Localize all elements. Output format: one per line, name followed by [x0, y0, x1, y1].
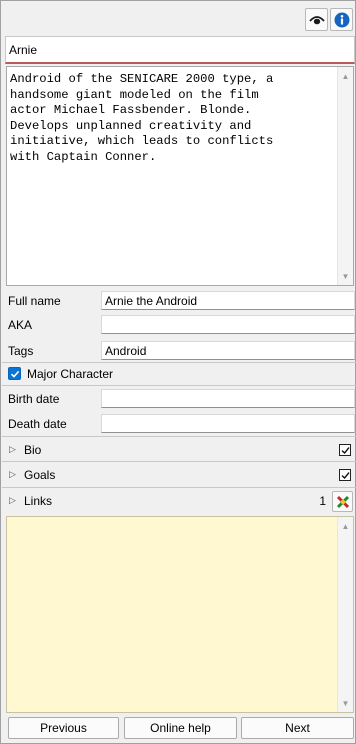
checkmark-icon [341, 471, 350, 479]
death-date-field[interactable] [101, 414, 355, 433]
links-section-label: Links [24, 494, 53, 508]
death-date-row: Death date [2, 412, 356, 436]
death-date-label: Death date [8, 417, 67, 431]
scroll-down-icon[interactable]: ▼ [338, 269, 353, 283]
view-button[interactable] [305, 8, 328, 31]
expand-triangle-icon[interactable]: ▷ [9, 495, 16, 506]
bio-section-header[interactable]: ▷ Bio [2, 438, 356, 463]
links-panel[interactable]: ▲ ▼ [6, 516, 354, 713]
expand-triangle-icon[interactable]: ▷ [9, 444, 16, 455]
expand-triangle-icon[interactable]: ▷ [9, 469, 16, 480]
major-character-row: Major Character [2, 363, 356, 385]
tags-row: Tags Android [2, 339, 356, 363]
birth-date-label: Birth date [8, 392, 60, 406]
title-input[interactable]: Arnie [5, 36, 355, 64]
major-character-checkbox[interactable] [8, 367, 21, 380]
goals-section-label: Goals [24, 468, 56, 482]
divider [2, 487, 356, 488]
checkmark-icon [10, 370, 19, 378]
character-panel: Arnie Android of the SENICARE 2000 type,… [0, 0, 356, 744]
eye-icon [308, 15, 325, 24]
aka-field[interactable] [101, 315, 355, 334]
checkmark-icon [341, 446, 350, 454]
top-toolbar [2, 2, 356, 35]
bio-section-label: Bio [24, 443, 42, 457]
scroll-up-icon[interactable]: ▲ [338, 519, 353, 533]
links-section-header[interactable]: ▷ Links 1 [2, 489, 356, 514]
links-scrollbar[interactable]: ▲ ▼ [337, 517, 353, 712]
goals-checkbox[interactable] [339, 469, 351, 481]
full-name-field[interactable]: Arnie the Android [101, 291, 355, 310]
previous-button[interactable]: Previous [8, 717, 119, 739]
info-button[interactable] [330, 8, 353, 31]
divider [2, 461, 356, 462]
next-button[interactable]: Next [241, 717, 354, 739]
scroll-up-icon[interactable]: ▲ [338, 69, 353, 83]
tags-label: Tags [8, 344, 34, 358]
description-textarea[interactable]: Android of the SENICARE 2000 type, a han… [6, 66, 354, 286]
online-help-button[interactable]: Online help [124, 717, 237, 739]
aka-label: AKA [8, 318, 33, 332]
scroll-down-icon[interactable]: ▼ [338, 696, 353, 710]
tags-field[interactable]: Android [101, 341, 355, 360]
full-name-label: Full name [8, 294, 61, 308]
bio-checkbox[interactable] [339, 444, 351, 456]
info-icon [334, 12, 349, 27]
links-count: 1 [319, 494, 326, 508]
birth-date-row: Birth date [2, 387, 356, 411]
birth-date-field[interactable] [101, 389, 355, 408]
major-character-label: Major Character [27, 367, 114, 381]
goals-section-header[interactable]: ▷ Goals [2, 463, 356, 488]
description-text: Android of the SENICARE 2000 type, a han… [10, 72, 274, 164]
divider [2, 436, 356, 437]
divider [2, 385, 356, 386]
aka-row: AKA [2, 313, 356, 337]
description-scrollbar[interactable]: ▲ ▼ [337, 67, 353, 285]
link-edit-icon [336, 495, 349, 508]
full-name-row: Full name Arnie the Android [2, 289, 356, 313]
add-link-button[interactable] [332, 491, 353, 512]
